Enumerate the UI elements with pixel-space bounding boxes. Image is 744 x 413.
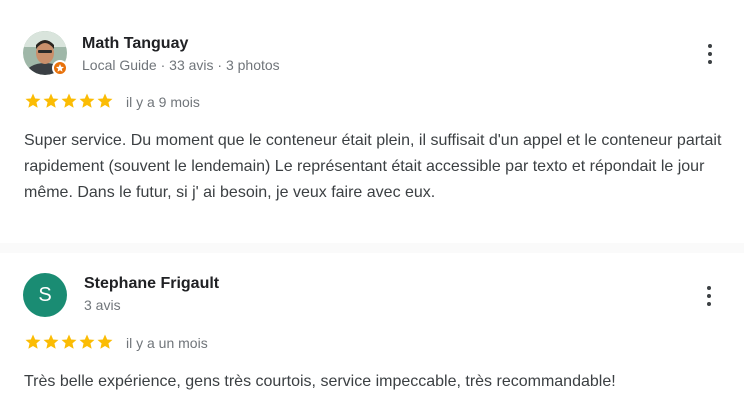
review-date: il y a 9 mois xyxy=(126,94,200,110)
star-icon xyxy=(79,334,95,349)
review-date: il y a un mois xyxy=(126,335,208,351)
star-icon xyxy=(43,334,59,349)
divider xyxy=(0,243,744,253)
avatar[interactable]: S xyxy=(23,273,67,317)
star-icon xyxy=(25,334,41,349)
review-card: Math Tanguay Local Guide · 33 avis · 3 p… xyxy=(0,0,744,243)
more-options-icon[interactable] xyxy=(698,42,722,66)
review-author-meta: Local Guide · 33 avis · 3 photos xyxy=(82,57,280,73)
review-card: Stephane Frigault 3 avis il y a un mois … xyxy=(0,253,744,413)
local-guide-badge-icon xyxy=(52,60,68,76)
star-icon xyxy=(79,93,95,108)
review-text: Très belle expérience, gens très courtoi… xyxy=(24,373,616,390)
star-icon xyxy=(61,334,77,349)
avatar[interactable] xyxy=(23,31,68,76)
star-rating xyxy=(24,92,114,110)
review-text: Super service. Du moment que le conteneu… xyxy=(24,132,722,201)
review-author[interactable]: Math Tanguay xyxy=(82,35,188,53)
review-author-meta: 3 avis xyxy=(84,297,121,313)
more-options-icon[interactable] xyxy=(697,284,721,308)
star-icon xyxy=(97,334,113,349)
star-icon xyxy=(43,93,59,108)
star-icon xyxy=(25,93,41,108)
review-author[interactable]: Stephane Frigault xyxy=(84,275,219,293)
star-icon xyxy=(61,93,77,108)
star-rating xyxy=(24,333,114,351)
star-icon xyxy=(97,93,113,108)
